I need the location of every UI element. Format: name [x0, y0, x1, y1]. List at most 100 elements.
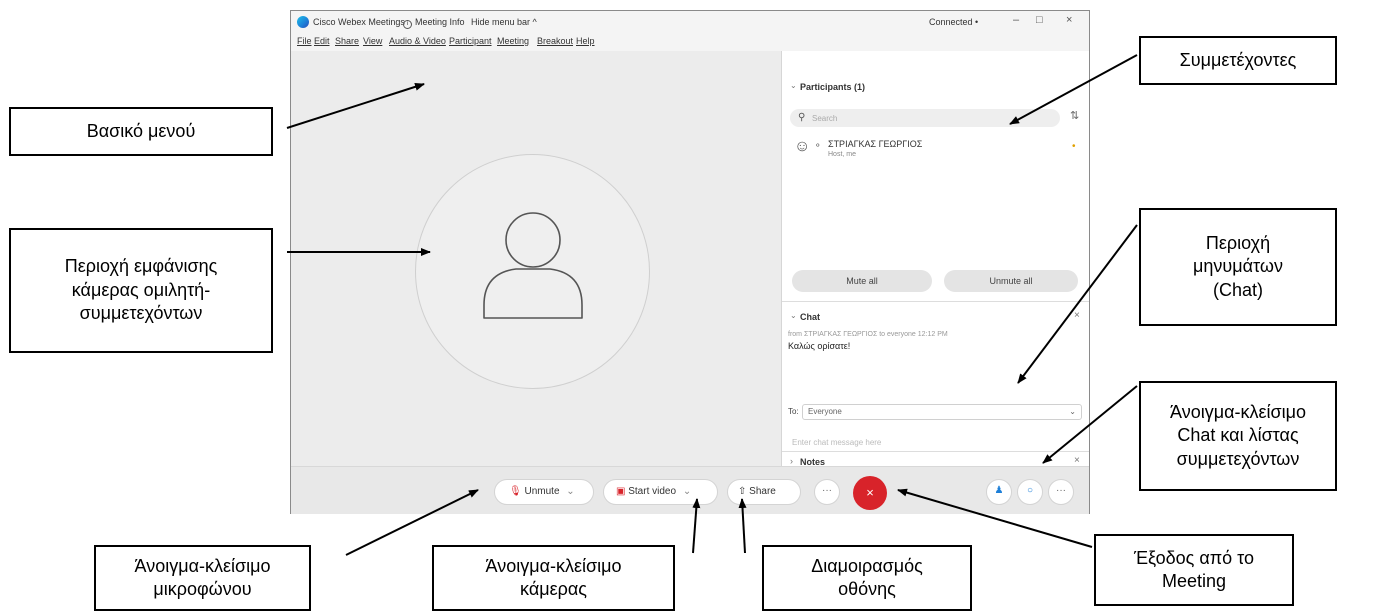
- callout-screen-share-line2: οθόνης: [838, 579, 896, 599]
- host-avatar-icon: ☺: [794, 138, 811, 155]
- unmute-button[interactable]: 🎙︎ Unmute ⌄: [494, 479, 594, 505]
- participants-header: Participants (1): [800, 82, 866, 92]
- chevron-down-icon: ⌄: [566, 486, 575, 497]
- unmute-label: Unmute: [524, 486, 560, 497]
- minimize-button[interactable]: –: [1013, 14, 1019, 26]
- participants-panel-toggle[interactable]: ♟: [986, 479, 1012, 505]
- audio-status-icon: ⚬: [814, 140, 822, 150]
- menu-help[interactable]: Help: [576, 36, 595, 46]
- menu-breakout[interactable]: Breakout: [537, 36, 573, 46]
- collapse-chat-icon[interactable]: ⌄: [790, 311, 797, 320]
- callout-leave-meeting: Έξοδος από το Meeting: [1094, 534, 1294, 606]
- close-window-button[interactable]: ×: [1066, 14, 1072, 26]
- callout-toggle-mic-line2: μικροφώνου: [153, 579, 252, 599]
- menu-meeting[interactable]: Meeting: [497, 36, 529, 46]
- callout-toggle-camera: Άνοιγμα-κλείσιμο κάμερας: [432, 545, 675, 611]
- participant-search-input[interactable]: ⚲ Search: [790, 109, 1060, 127]
- hide-menu-bar-button[interactable]: Hide menu bar ^: [471, 17, 537, 27]
- callout-main-menu: Βασικό μενού: [9, 107, 273, 156]
- share-icon: ⇧: [738, 486, 747, 497]
- callout-camera-area: Περιοχή εμφάνισης κάμερας ομιλητή- συμμε…: [9, 228, 273, 353]
- mute-all-button[interactable]: Mute all: [792, 270, 932, 292]
- search-icon: ⚲: [798, 112, 806, 123]
- callout-camera-area-line2: κάμερας ομιλητή-: [71, 279, 211, 300]
- menu-share[interactable]: Share: [335, 36, 359, 46]
- callout-main-menu-text: Βασικό μενού: [86, 120, 196, 141]
- app-title: Cisco Webex Meetings: [313, 17, 405, 27]
- menu-edit[interactable]: Edit: [314, 36, 330, 46]
- callout-chat-area-line2: μηνυμάτων: [1193, 256, 1283, 277]
- title-bar: Cisco Webex Meetings i Meeting Info Hide …: [291, 11, 1089, 33]
- close-notes-icon[interactable]: ×: [1074, 455, 1080, 466]
- microphone-muted-icon: 🎙︎: [509, 486, 522, 497]
- user-avatar-icon: [483, 212, 583, 319]
- chat-message-input[interactable]: Enter chat message here: [792, 438, 881, 447]
- meeting-controls-bar: 🎙︎ Unmute ⌄ ▣ Start video ⌄ ⇧ Share ··· …: [291, 466, 1089, 514]
- menu-audio-video[interactable]: Audio & Video: [389, 36, 446, 46]
- more-panels-button[interactable]: ···: [1048, 479, 1074, 505]
- callout-toggle-chat: Άνοιγμα-κλείσιμο Chat και λίστας συμμετε…: [1139, 381, 1337, 491]
- share-label: Share: [749, 486, 776, 497]
- video-stage: [291, 51, 781, 466]
- more-options-button[interactable]: ···: [814, 479, 840, 505]
- callout-screen-share-line1: Διαμοιρασμός: [811, 555, 923, 576]
- sort-list-icon[interactable]: ⇅: [1070, 109, 1079, 122]
- chat-panel-toggle[interactable]: ○: [1017, 479, 1043, 505]
- chat-to-label: To:: [788, 407, 799, 416]
- chat-bubble-icon: ○: [1026, 485, 1034, 496]
- chevron-down-icon: ⌄: [682, 486, 692, 497]
- callout-camera-area-line3: συμμετεχόντων: [79, 303, 203, 324]
- close-chat-icon[interactable]: ×: [1074, 310, 1080, 321]
- callout-leave-meeting-line2: Meeting: [1161, 571, 1227, 591]
- callout-screen-share: Διαμοιρασμός οθόνης: [762, 545, 972, 611]
- callout-leave-meeting-line1: Έξοδος από το: [1133, 547, 1255, 568]
- connection-status[interactable]: Connected •: [929, 17, 978, 27]
- leave-meeting-button[interactable]: ×: [853, 476, 887, 510]
- menu-view[interactable]: View: [363, 36, 382, 46]
- camera-off-icon: ▣: [616, 486, 626, 497]
- maximize-button[interactable]: □: [1036, 14, 1043, 26]
- unmute-all-button[interactable]: Unmute all: [944, 270, 1078, 292]
- callout-participants-text: Συμμετέχοντες: [1179, 49, 1297, 70]
- webex-logo-icon: [297, 16, 309, 28]
- chat-recipient-select[interactable]: Everyone ⌄: [802, 404, 1082, 420]
- chevron-down-icon: ⌄: [1069, 407, 1076, 416]
- menu-bar: File Edit Share View Audio & Video Parti…: [291, 33, 1089, 51]
- microphone-status-icon: •: [1072, 141, 1076, 152]
- chat-header: Chat: [800, 312, 820, 322]
- expand-notes-icon[interactable]: ›: [790, 456, 793, 466]
- callout-toggle-mic-line1: Άνοιγμα-κλείσιμο: [134, 555, 271, 576]
- callout-toggle-camera-line2: κάμερας: [520, 579, 587, 599]
- callout-toggle-chat-line1: Άνοιγμα-κλείσιμο: [1170, 401, 1306, 422]
- share-button[interactable]: ⇧ Share: [727, 479, 801, 505]
- callout-chat-area: Περιοχή μηνυμάτων (Chat): [1139, 208, 1337, 326]
- chat-recipient-value: Everyone: [808, 407, 842, 416]
- side-panel: ⌄ Participants (1) ⚲ Search ⇅ ☺ ⚬ ΣΤΡΙΑΓ…: [781, 51, 1090, 467]
- start-video-label: Start video: [628, 486, 677, 497]
- speaker-video-area: [415, 154, 650, 389]
- meeting-info-button[interactable]: i Meeting Info: [403, 17, 465, 29]
- chat-message-meta: from ΣΤΡΙΑΓΚΑΣ ΓΕΩΡΓΙΟΣ to everyone 12:1…: [788, 331, 948, 338]
- participant-role: Host, me: [828, 151, 857, 158]
- callout-chat-area-line3: (Chat): [1212, 279, 1263, 300]
- menu-file[interactable]: File: [297, 36, 312, 46]
- collapse-participants-icon[interactable]: ⌄: [790, 81, 797, 90]
- menu-participant[interactable]: Participant: [449, 36, 492, 46]
- webex-window: Cisco Webex Meetings i Meeting Info Hide …: [290, 10, 1090, 514]
- panel-divider: [782, 301, 1089, 302]
- participant-name: ΣΤΡΙΑΓΚΑΣ ΓΕΩΡΓΙΟΣ: [828, 139, 923, 149]
- participant-row[interactable]: ☺ ⚬ ΣΤΡΙΑΓΚΑΣ ΓΕΩΡΓΙΟΣ Host, me •: [782, 136, 1090, 170]
- panel-divider: [782, 451, 1089, 452]
- start-video-button[interactable]: ▣ Start video ⌄: [603, 479, 718, 505]
- callout-toggle-camera-line1: Άνοιγμα-κλείσιμο: [485, 555, 622, 576]
- callout-participants: Συμμετέχοντες: [1139, 36, 1337, 85]
- callout-camera-area-line1: Περιοχή εμφάνισης: [64, 256, 218, 277]
- person-icon: ♟: [994, 485, 1004, 496]
- callout-toggle-chat-line3: συμμετεχόντων: [1176, 448, 1300, 469]
- info-icon: i: [403, 20, 412, 29]
- callout-toggle-chat-line2: Chat και λίστας: [1177, 425, 1299, 446]
- callout-toggle-mic: Άνοιγμα-κλείσιμο μικροφώνου: [94, 545, 311, 611]
- callout-chat-area-line1: Περιοχή: [1205, 232, 1271, 253]
- search-placeholder: Search: [812, 114, 838, 123]
- chat-message-text: Καλώς ορίσατε!: [788, 341, 851, 351]
